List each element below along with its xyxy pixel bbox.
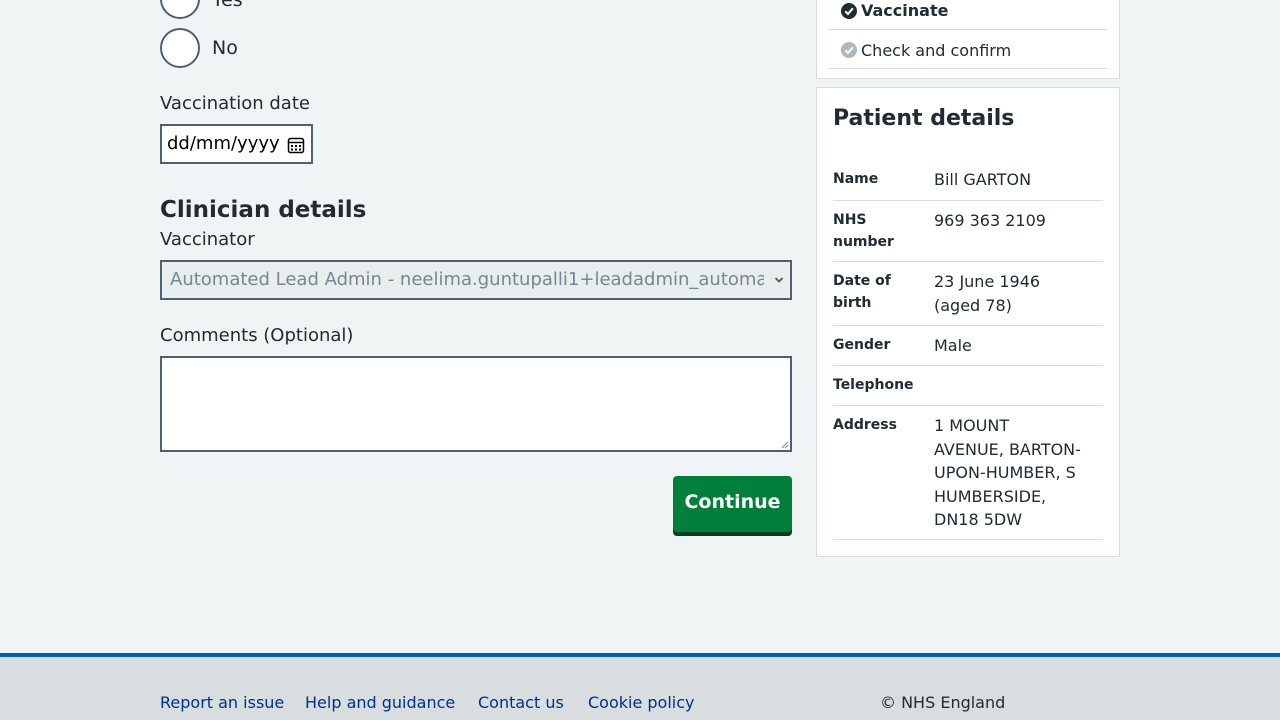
row-value: Male (934, 336, 972, 355)
task-item-vaccinate[interactable]: Vaccinate (829, 0, 1107, 30)
patient-details-title: Patient details (833, 106, 1015, 131)
comments-label: Comments (Optional) (160, 325, 354, 346)
row-key: NHS number (833, 212, 894, 250)
comments-textarea[interactable] (160, 356, 792, 452)
patient-row-date-of-birth: Date of birth 23 June 1946 (aged 78) (833, 270, 1103, 326)
vaccination-date-input[interactable]: dd/mm/yyyy (160, 124, 313, 164)
radio-yes[interactable] (160, 0, 200, 19)
row-value: 23 June 1946 (aged 78) (934, 272, 1041, 315)
footer-copyright: © NHS England (880, 693, 1006, 712)
chevron-down-icon (774, 277, 784, 283)
check-circle-grey-icon (841, 42, 857, 58)
task-item-check-and-confirm[interactable]: Check and confirm (829, 30, 1107, 69)
vaccination-date-label: Vaccination date (160, 93, 310, 114)
patient-row-name: Name Bill GARTON (833, 168, 1103, 201)
vaccinator-label: Vaccinator (160, 229, 255, 250)
continue-button[interactable]: Continue (673, 476, 792, 532)
calendar-icon[interactable] (287, 136, 305, 154)
patient-row-nhs-number: NHS number 969 363 2109 (833, 209, 1103, 262)
row-key: Date of birth (833, 273, 891, 311)
patient-row-address: Address 1 MOUNT AVENUE, BARTON-UPON-HUMB… (833, 414, 1103, 540)
resize-grip-icon[interactable] (781, 441, 789, 449)
radio-yes-label: Yes (212, 0, 243, 11)
vaccinator-select[interactable]: Automated Lead Admin - neelima.guntupall… (160, 260, 792, 300)
row-value: 969 363 2109 (934, 211, 1046, 230)
radio-no-label: No (212, 37, 238, 59)
footer-link-cookie-policy[interactable]: Cookie policy (588, 691, 695, 715)
task-item-label: Check and confirm (861, 41, 1012, 60)
date-input-placeholder: dd/mm/yyyy (167, 133, 280, 154)
row-value: 1 MOUNT AVENUE, BARTON-UPON-HUMBER, S HU… (934, 416, 1081, 529)
footer-link-report-an-issue[interactable]: Report an issue (160, 691, 284, 715)
patient-details-card: Patient details Name Bill GARTON NHS num… (816, 87, 1120, 557)
check-circle-filled-icon (841, 3, 857, 19)
task-item-label: Vaccinate (861, 1, 949, 20)
row-key: Gender (833, 337, 891, 353)
clinician-details-heading: Clinician details (160, 197, 367, 223)
patient-row-gender: Gender Male (833, 334, 1103, 366)
footer: Report an issue Help and guidance Contac… (0, 653, 1280, 720)
row-value: Bill GARTON (934, 170, 1032, 189)
radio-no[interactable] (160, 28, 200, 68)
row-key: Address (833, 417, 897, 433)
footer-link-contact-us[interactable]: Contact us (478, 691, 564, 715)
footer-link-help-and-guidance[interactable]: Help and guidance (305, 691, 455, 715)
row-key: Telephone (833, 377, 914, 393)
task-list-card: Vaccinate Check and confirm (816, 0, 1120, 79)
row-key: Name (833, 171, 879, 187)
patient-row-telephone: Telephone (833, 374, 1103, 406)
vaccinator-selected-value: Automated Lead Admin - neelima.guntupall… (170, 269, 764, 290)
